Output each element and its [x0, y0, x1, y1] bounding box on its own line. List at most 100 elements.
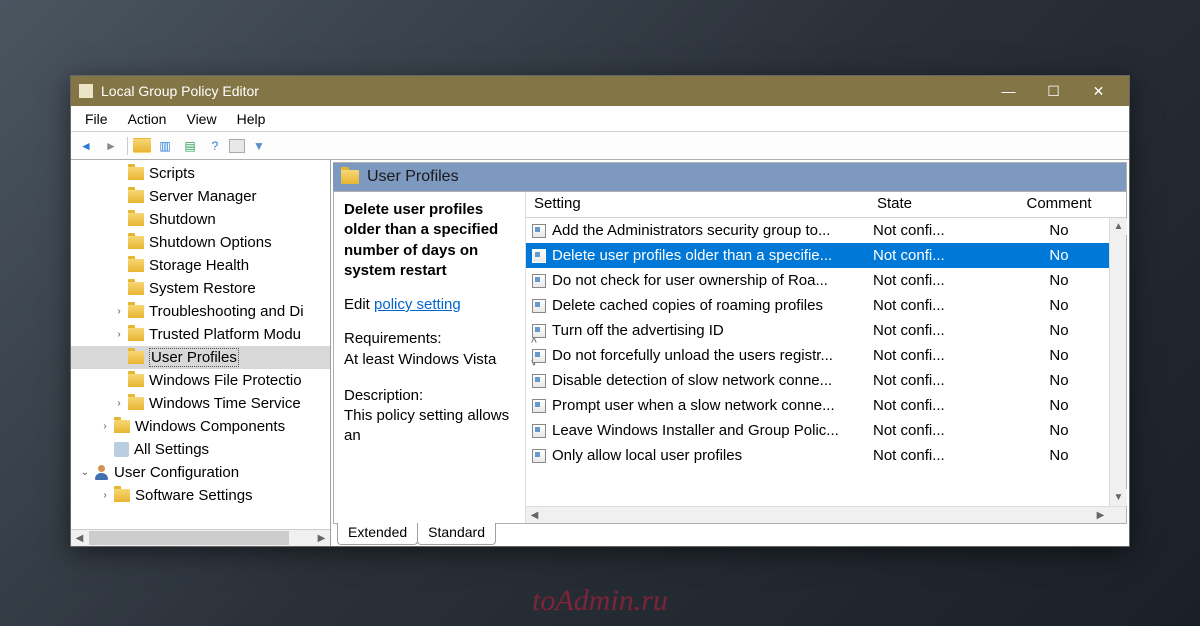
toolbar-sep [127, 137, 128, 155]
setting-state: Not confi... [869, 297, 1009, 314]
tree-item[interactable]: ›Software Settings [71, 484, 330, 507]
table-row[interactable]: Delete user profiles older than a specif… [526, 243, 1126, 268]
setting-name: Do not forcefully unload the users regis… [552, 347, 833, 364]
tree-item[interactable]: All Settings [71, 438, 330, 461]
folder-icon [128, 282, 144, 295]
up-button[interactable] [133, 138, 151, 153]
help-button[interactable]: ? [204, 136, 226, 156]
folder-icon [128, 351, 144, 364]
right-body: Delete user profiles older than a specif… [333, 192, 1127, 524]
menu-file[interactable]: File [75, 108, 118, 130]
settings-hscrollbar[interactable]: ◀ ▶ [526, 506, 1126, 523]
table-row[interactable]: Delete cached copies of roaming profiles… [526, 293, 1126, 318]
export-button[interactable]: ▤ [179, 136, 201, 156]
table-row[interactable]: Only allow local user profilesNot confi.… [526, 443, 1126, 468]
policy-setting-link[interactable]: policy setting [374, 296, 461, 313]
tree-item[interactable]: Server Manager [71, 185, 330, 208]
settings-list[interactable]: Add the Administrators security group to… [526, 218, 1126, 506]
menu-help[interactable]: Help [227, 108, 276, 130]
table-row[interactable]: Do not forcefully unload the users regis… [526, 343, 1126, 368]
content: Scripts Server ManagerShutdownShutdown Op… [71, 160, 1129, 546]
chevron-right-icon[interactable]: › [113, 306, 125, 317]
tree-hscrollbar[interactable]: ◀ ▶ [71, 529, 330, 546]
window: Local Group Policy Editor — ☐ ✕ File Act… [70, 75, 1130, 547]
tree-item-label: Windows Time Service [149, 395, 301, 412]
setting-comment: No [1009, 347, 1109, 364]
scroll-left-icon[interactable]: ◀ [71, 530, 88, 547]
tree-item-label: Trusted Platform Modu [149, 326, 301, 343]
tree-item[interactable]: › Windows Time Service [71, 392, 330, 415]
col-comment[interactable]: Comment [1009, 192, 1109, 217]
policy-icon [532, 299, 546, 313]
filter-button[interactable]: ▼ [248, 136, 270, 156]
table-row[interactable]: Do not check for user ownership of Roa..… [526, 268, 1126, 293]
chevron-right-icon[interactable]: › [99, 421, 111, 432]
view-tabs: Extended Standard [333, 524, 1127, 546]
table-row[interactable]: Disable detection of slow network conne.… [526, 368, 1126, 393]
tree[interactable]: Scripts Server ManagerShutdownShutdown Op… [71, 160, 330, 529]
scroll-right-icon[interactable]: ▶ [313, 530, 330, 547]
policy-icon [532, 374, 546, 388]
tree-item[interactable]: Shutdown [71, 208, 330, 231]
detail-pane: Delete user profiles older than a specif… [334, 192, 526, 523]
table-row[interactable]: Leave Windows Installer and Group Polic.… [526, 418, 1126, 443]
policy-icon [532, 424, 546, 438]
tree-item[interactable]: ⌄User Configuration [71, 461, 330, 484]
table-row[interactable]: Turn off the advertising IDNot confi...N… [526, 318, 1126, 343]
table-row[interactable]: Add the Administrators security group to… [526, 218, 1126, 243]
tree-item-label: Troubleshooting and Di [149, 303, 304, 320]
right-header: User Profiles [333, 162, 1127, 192]
tab-extended[interactable]: Extended [337, 523, 418, 545]
tree-item[interactable]: ›Windows Components [71, 415, 330, 438]
prop-button[interactable] [229, 139, 245, 153]
chevron-right-icon[interactable]: › [99, 490, 111, 501]
toolbar: ◄ ► ▥ ▤ ? ▼ [71, 132, 1129, 160]
chevron-right-icon[interactable]: › [113, 398, 125, 409]
tree-item[interactable]: Storage Health [71, 254, 330, 277]
edit-prefix: Edit [344, 296, 370, 313]
scroll-down-icon[interactable]: ▼ [1110, 489, 1127, 506]
folder-icon [114, 420, 130, 433]
col-state[interactable]: State [869, 192, 1009, 217]
chevron-down-icon[interactable]: ⌄ [79, 467, 91, 478]
back-button[interactable]: ◄ [75, 136, 97, 156]
policy-icon [532, 449, 546, 463]
titlebar[interactable]: Local Group Policy Editor — ☐ ✕ [71, 76, 1129, 106]
tree-item-label: Scripts [149, 165, 195, 182]
forward-button[interactable]: ► [100, 136, 122, 156]
req-label: Requirements: [344, 329, 515, 349]
tree-item[interactable]: Scripts [71, 162, 330, 185]
tree-item[interactable]: Windows File Protectio [71, 369, 330, 392]
setting-state: Not confi... [869, 397, 1009, 414]
setting-state: Not confi... [869, 372, 1009, 389]
setting-name: Leave Windows Installer and Group Polic.… [552, 422, 839, 439]
folder-icon [128, 213, 144, 226]
table-row[interactable]: Prompt user when a slow network conne...… [526, 393, 1126, 418]
scroll-up-icon[interactable]: ▲ [1110, 218, 1127, 235]
menu-view[interactable]: View [176, 108, 226, 130]
close-button[interactable]: ✕ [1076, 77, 1121, 106]
setting-state: Not confi... [869, 222, 1009, 239]
vscrollbar[interactable]: ▲ ▼ [1109, 218, 1126, 506]
tree-item-label: Windows File Protectio [149, 372, 302, 389]
show-hide-button[interactable]: ▥ [154, 136, 176, 156]
tree-item[interactable]: Shutdown Options [71, 231, 330, 254]
folder-icon [128, 236, 144, 249]
tree-item[interactable]: System Restore [71, 277, 330, 300]
tree-pane: Scripts Server ManagerShutdownShutdown Op… [71, 160, 331, 546]
setting-name: Add the Administrators security group to… [552, 222, 830, 239]
scroll-right-icon[interactable]: ▶ [1092, 507, 1109, 524]
tree-item[interactable]: › Trusted Platform Modu [71, 323, 330, 346]
scroll-left-icon[interactable]: ◀ [526, 507, 543, 524]
tree-item[interactable]: User Profiles [71, 346, 330, 369]
chevron-right-icon[interactable]: › [113, 329, 125, 340]
setting-name: Only allow local user profiles [552, 447, 742, 464]
hscroll-thumb[interactable] [89, 531, 289, 545]
tab-standard[interactable]: Standard [417, 523, 496, 545]
tree-item-label: System Restore [149, 280, 256, 297]
tree-item[interactable]: › Troubleshooting and Di [71, 300, 330, 323]
col-setting[interactable]: Setting [526, 192, 869, 217]
menu-action[interactable]: Action [118, 108, 177, 130]
maximize-button[interactable]: ☐ [1031, 77, 1076, 106]
minimize-button[interactable]: — [986, 77, 1031, 106]
